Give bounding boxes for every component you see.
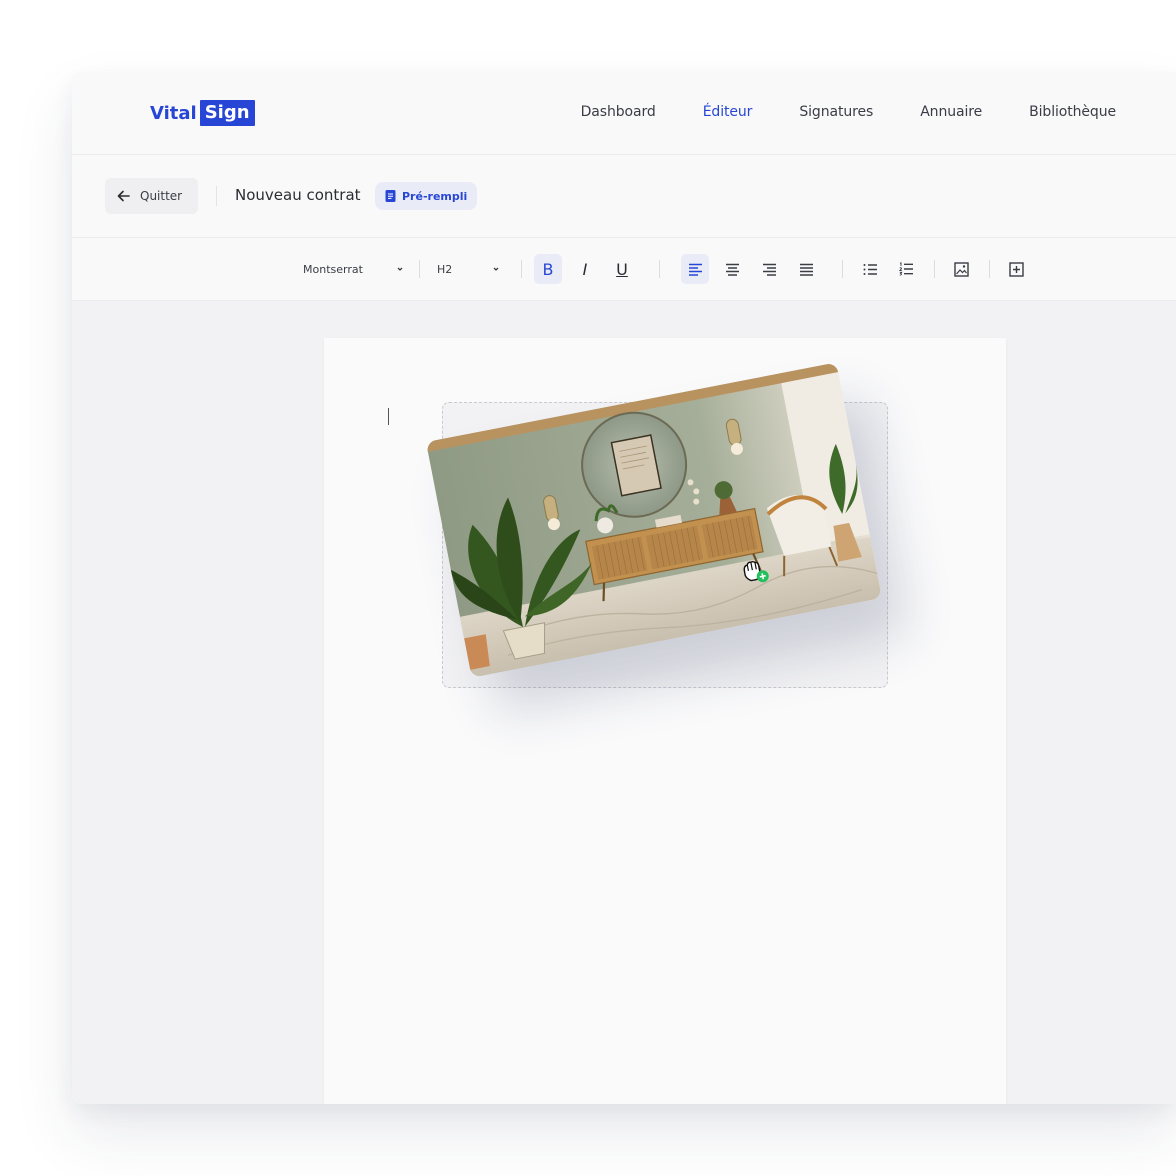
divider (216, 186, 217, 206)
toolbar-separator (419, 260, 420, 278)
bullet-list-button[interactable] (856, 254, 884, 284)
bold-button[interactable]: B (534, 254, 562, 284)
document-page[interactable] (324, 338, 1006, 1104)
underline-label: U (616, 259, 628, 279)
arrow-left-icon (117, 190, 130, 202)
prefilled-badge: Pré-rempli (375, 182, 478, 210)
app-window: Vital Sign Dashboard Éditeur Signatures … (72, 72, 1176, 1104)
heading-level-select[interactable]: H2 (437, 238, 500, 300)
align-center-icon (725, 263, 739, 276)
document-title[interactable]: Nouveau contrat (235, 186, 361, 204)
insert-block-button[interactable] (1002, 254, 1030, 284)
toolbar-separator (521, 260, 522, 278)
document-icon (385, 190, 396, 202)
image-icon (953, 261, 969, 277)
toolbar-separator (842, 260, 843, 278)
editor-canvas (72, 301, 1176, 1104)
nav-item-bibliotheque[interactable]: Bibliothèque (1029, 104, 1116, 120)
numbered-list-icon (898, 262, 913, 276)
align-justify-icon (799, 263, 813, 276)
main-nav: Dashboard Éditeur Signatures Annuaire Bi… (581, 104, 1116, 120)
align-justify-button[interactable] (792, 254, 820, 284)
toolbar-separator (934, 260, 935, 278)
heading-level-value: H2 (437, 262, 453, 276)
nav-item-signatures[interactable]: Signatures (799, 104, 873, 120)
align-right-icon (762, 263, 776, 276)
align-left-icon (688, 263, 702, 276)
italic-label: I (582, 259, 588, 279)
badge-label: Pré-rempli (402, 189, 468, 203)
quit-button-label: Quitter (140, 189, 183, 203)
document-header: Quitter Nouveau contrat Pré-rempli (72, 155, 1176, 238)
underline-button[interactable]: U (608, 254, 636, 284)
top-navbar: Vital Sign Dashboard Éditeur Signatures … (72, 72, 1176, 155)
insert-image-button[interactable] (947, 254, 975, 284)
insert-block-icon (1008, 261, 1024, 277)
align-center-button[interactable] (718, 254, 746, 284)
chevron-down-icon (397, 267, 403, 271)
formatting-toolbar: Montserrat H2 B I U (72, 238, 1176, 301)
nav-item-annuaire[interactable]: Annuaire (920, 104, 982, 120)
bold-label: B (542, 259, 554, 279)
nav-item-editeur[interactable]: Éditeur (703, 104, 753, 120)
logo-text-vital: Vital (150, 102, 197, 124)
font-family-select[interactable]: Montserrat (303, 238, 404, 300)
toolbar-separator (989, 260, 990, 278)
text-cursor (388, 408, 389, 425)
toolbar-separator (659, 260, 660, 278)
numbered-list-button[interactable] (892, 254, 920, 284)
quit-button[interactable]: Quitter (105, 178, 198, 214)
nav-item-dashboard[interactable]: Dashboard (581, 104, 656, 120)
bullet-list-icon (863, 263, 877, 275)
logo-text-sign: Sign (199, 100, 255, 126)
chevron-down-icon (493, 267, 499, 271)
align-left-button[interactable] (681, 254, 709, 284)
align-right-button[interactable] (755, 254, 783, 284)
font-family-value: Montserrat (303, 262, 363, 276)
italic-button[interactable]: I (571, 254, 599, 284)
logo[interactable]: Vital Sign (150, 99, 255, 127)
